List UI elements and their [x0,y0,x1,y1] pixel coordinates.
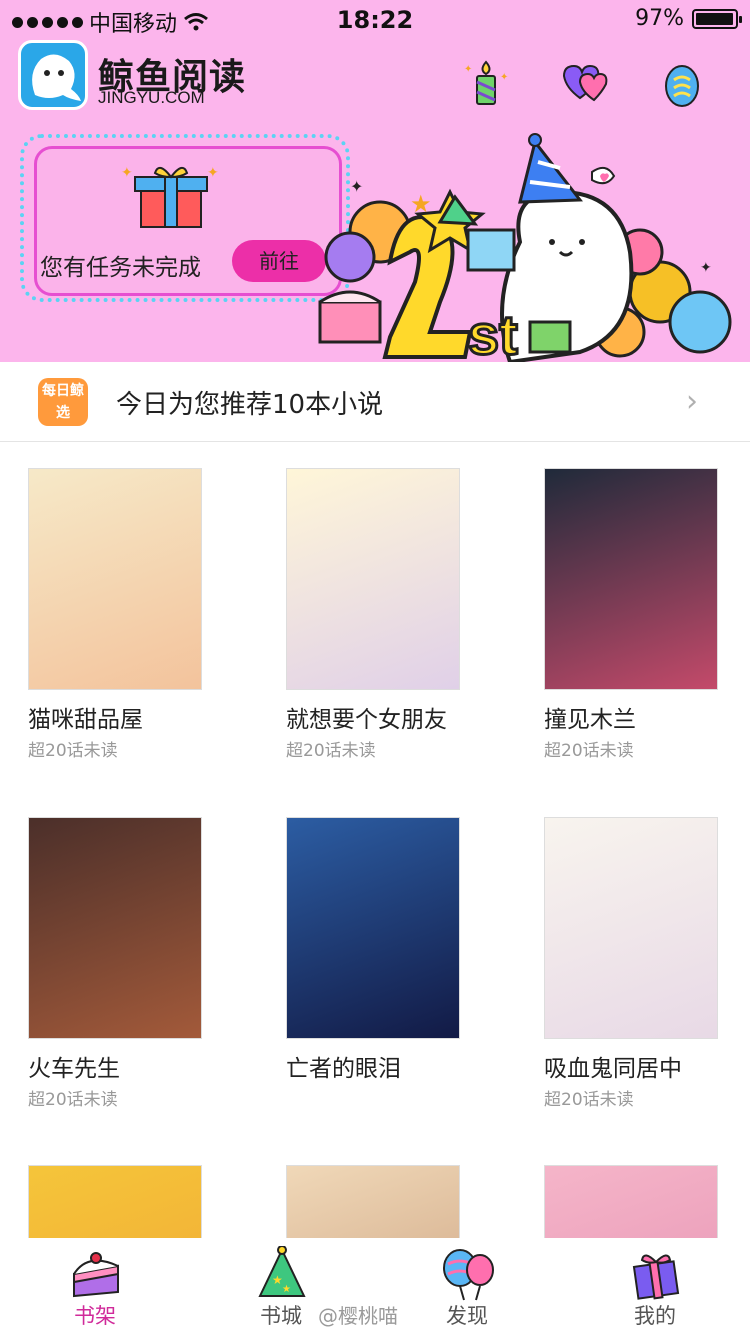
daily-pick-badge-text: 每日鲸选 [42,383,84,421]
gift-icon: ✦ ✦ [121,165,219,228]
balloons-icon [443,1249,494,1301]
book-title: 就想要个女朋友 [286,707,447,733]
book-unread-count: 超20话未读 [286,741,376,761]
app-logo [18,40,88,110]
app-url: JINGYU.COM [98,88,205,107]
tab-label: 发现 [446,1304,488,1328]
status-bar: 中国移动 18:22 97% [0,0,750,40]
book-title: 撞见木兰 [544,707,636,733]
tab-label: 我的 [634,1304,676,1328]
book-cover[interactable] [28,817,202,1039]
svg-text:✦: ✦ [350,177,363,196]
cake-icon [73,1252,119,1298]
chevron-right-icon: › [686,384,698,419]
whale-logo-icon [32,54,81,101]
book-cover[interactable] [544,468,718,690]
book-unread-count: 超20话未读 [28,741,118,761]
svg-text:✦: ✦ [464,64,472,75]
svg-text:✦: ✦ [700,260,712,276]
book-cover[interactable] [286,468,460,690]
book-cover[interactable] [544,817,718,1039]
daily-pick-badge-icon: 每日鲸选 [38,378,88,426]
candle-icon[interactable]: ✦ ✦ [460,58,512,110]
anniversary-illustration: st ★ ✦ ✦ [318,133,732,362]
battery-icon [692,8,742,29]
svg-text:✦: ✦ [207,165,219,181]
book-unread-count: 超20话未读 [544,741,634,761]
book-title: 亡者的眼泪 [286,1056,401,1082]
daily-recommend-row[interactable]: 每日鲸选 今日为您推荐10本小说 › [0,362,750,442]
recommend-text: 今日为您推荐10本小说 [116,390,384,420]
tab-discover[interactable]: 发现 [402,1238,532,1334]
svg-text:★: ★ [410,190,432,218]
header-banner: 中国移动 18:22 97% 鲸鱼阅读 JINGYU.COM ✦ ✦ ✦ ✦ 您… [0,0,750,362]
battery-fill [696,12,733,25]
tab-bookshelf[interactable]: 书架 [30,1238,160,1334]
book-item[interactable]: 吸血鬼同居中超20话未读 [544,817,718,1110]
party-hat-icon: ★ ★ [258,1246,306,1297]
svg-text:✦: ✦ [121,165,133,181]
tab-label: 书架 [74,1304,116,1328]
book-title: 猫咪甜品屋 [28,707,143,733]
present-icon [632,1254,680,1300]
tab-mine[interactable]: 我的 [590,1238,720,1334]
book-item[interactable]: 火车先生超20话未读 [28,817,202,1110]
battery-status: 97% [635,6,742,31]
svg-text:st: st [468,303,518,362]
book-item[interactable]: 就想要个女朋友超20话未读 [286,468,460,761]
book-title: 火车先生 [28,1056,120,1082]
svg-text:✦: ✦ [500,72,508,83]
hearts-icon[interactable] [558,58,610,110]
battery-percent: 97% [635,6,684,31]
book-item[interactable]: 亡者的眼泪 [286,817,460,1082]
book-title: 吸血鬼同居中 [544,1056,682,1082]
task-message: 您有任务未完成 [40,255,201,281]
book-item[interactable]: 猫咪甜品屋超20话未读 [28,468,202,761]
book-unread-count: 超20话未读 [544,1090,634,1110]
svg-text:★: ★ [282,1284,291,1295]
watermark: @樱桃喵 [318,1304,398,1328]
book-cover[interactable] [286,817,460,1039]
egg-icon[interactable] [656,58,708,110]
book-item[interactable]: 撞见木兰超20话未读 [544,468,718,761]
book-unread-count: 超20话未读 [28,1090,118,1110]
book-cover[interactable] [28,468,202,690]
